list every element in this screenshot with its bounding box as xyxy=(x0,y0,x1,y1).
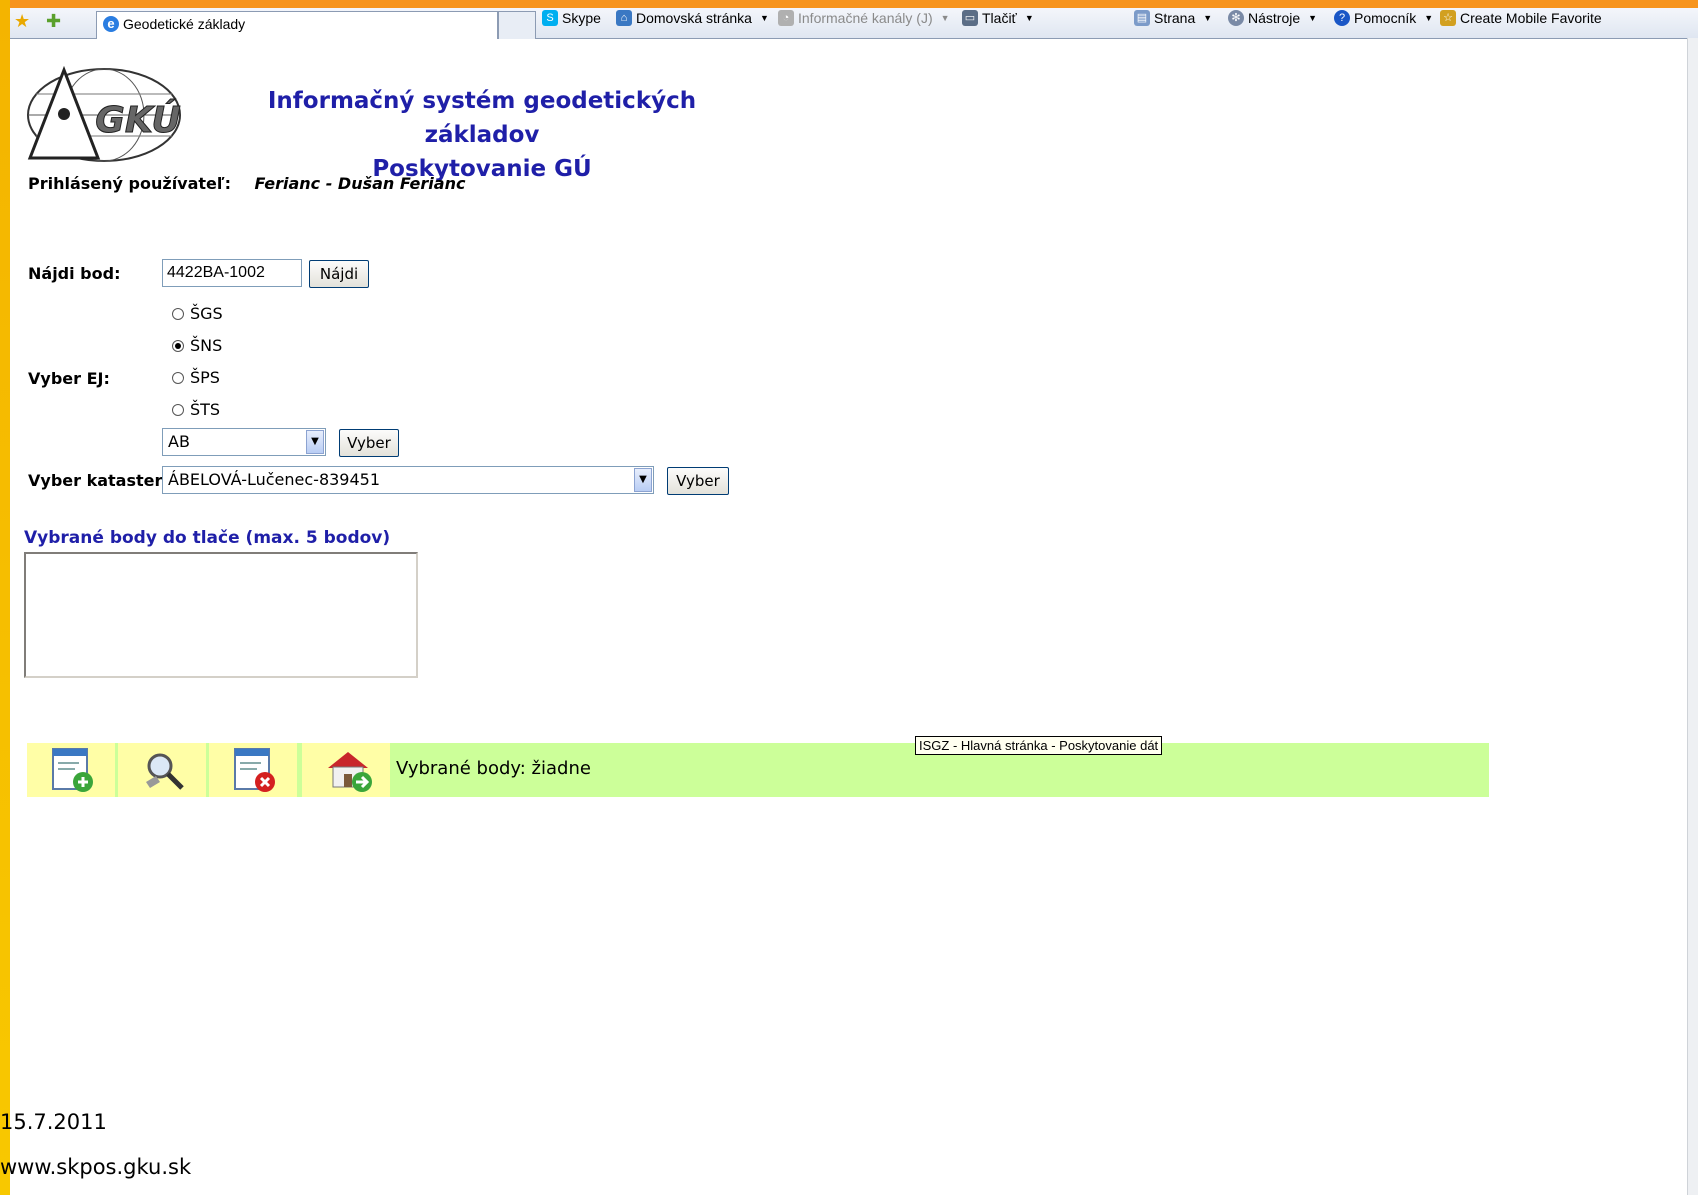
browser-toolbar: ★ ✚ e Geodetické základy S Skype ⌂ Domov… xyxy=(10,8,1698,39)
find-point-input[interactable] xyxy=(162,259,302,287)
cmd-label: Strana xyxy=(1154,10,1196,26)
browser-tab[interactable]: e Geodetické základy xyxy=(96,11,498,39)
select-cadastre-label: Vyber kataster: xyxy=(28,471,169,490)
footer-url: www.skpos.gku.sk xyxy=(0,1155,192,1179)
logged-user: Prihlásený používateľ: Ferianc - Dušan F… xyxy=(28,174,465,193)
logged-user-value: Ferianc - Dušan Ferianc xyxy=(254,174,466,193)
cmd-mobile-favorite[interactable]: ☆ Create Mobile Favorite xyxy=(1440,10,1602,26)
radio-sps[interactable]: ŠPS xyxy=(172,368,220,387)
radio-button[interactable] xyxy=(172,403,184,416)
slide-left-stripe xyxy=(0,0,10,1195)
radio-label: ŠTS xyxy=(190,400,221,419)
find-point-label: Nájdi bod: xyxy=(28,264,121,283)
cmd-print[interactable]: ▭ Tlačiť ▼ xyxy=(962,10,1034,26)
radio-label: ŠGS xyxy=(190,304,223,323)
selected-points-status: Vybrané body: žiadne xyxy=(396,758,591,779)
cmd-skype[interactable]: S Skype xyxy=(542,10,601,26)
cmd-tools[interactable]: ✻ Nástroje ▼ xyxy=(1228,10,1317,26)
cmd-label: Create Mobile Favorite xyxy=(1460,10,1602,26)
radio-label: ŠPS xyxy=(190,368,220,387)
logged-user-label: Prihlásený používateľ: xyxy=(28,174,231,193)
remove-point-button[interactable] xyxy=(209,743,297,797)
chevron-down-icon[interactable]: ▼ xyxy=(1308,13,1317,23)
cmd-label: Informačné kanály (J) xyxy=(798,10,933,26)
cadastre-select[interactable]: ÁBELOVÁ-Lučenec-839451 ▼ xyxy=(162,466,654,494)
cmd-label: Tlačiť xyxy=(982,10,1017,26)
radio-sns[interactable]: ŠNS xyxy=(172,336,222,355)
rss-icon: ◔ xyxy=(778,10,794,26)
chevron-down-icon[interactable]: ▼ xyxy=(1025,13,1034,23)
favorites-star-icon[interactable]: ★ xyxy=(14,11,30,32)
cmd-label: Nástroje xyxy=(1248,10,1301,26)
home-button[interactable] xyxy=(302,743,390,797)
add-favorite-icon[interactable]: ✚ xyxy=(46,11,61,32)
radio-label: ŠNS xyxy=(190,336,223,355)
skype-icon: S xyxy=(542,10,558,26)
radio-button[interactable] xyxy=(172,371,184,384)
ej-select-value: AB xyxy=(168,432,190,451)
radio-sgs[interactable]: ŠGS xyxy=(172,304,223,323)
selected-points-list[interactable] xyxy=(24,552,418,678)
magnifier-icon xyxy=(146,753,184,790)
cmd-home[interactable]: ⌂ Domovská stránka ▼ xyxy=(616,10,769,26)
help-icon: ? xyxy=(1334,10,1350,26)
remove-document-icon xyxy=(234,748,275,792)
ej-select[interactable]: AB ▼ xyxy=(162,428,326,456)
select-ej-label: Vyber EJ: xyxy=(28,369,110,388)
cadastre-select-value: ÁBELOVÁ-Lučenec-839451 xyxy=(168,470,381,489)
chevron-down-icon[interactable]: ▼ xyxy=(1203,13,1212,23)
radio-sts[interactable]: ŠTS xyxy=(172,400,220,419)
add-document-icon xyxy=(52,748,93,792)
chevron-down-icon[interactable]: ▼ xyxy=(1424,13,1433,23)
gear-icon: ✻ xyxy=(1228,10,1244,26)
ie-logo-icon: e xyxy=(103,16,119,32)
new-tab-button[interactable] xyxy=(498,11,536,39)
tooltip: ISGZ - Hlavná stránka - Poskytovanie dát xyxy=(915,736,1163,755)
home-icon xyxy=(328,752,372,792)
cmd-page[interactable]: ▤ Strana ▼ xyxy=(1134,10,1212,26)
gku-logo: GKÚ xyxy=(26,65,182,164)
select-cadastre-button[interactable]: Vyber xyxy=(667,467,729,495)
chevron-down-icon[interactable]: ▼ xyxy=(760,13,769,23)
chevron-down-icon[interactable]: ▼ xyxy=(941,13,950,23)
radio-button[interactable] xyxy=(172,339,184,352)
logo-text: GKÚ xyxy=(95,99,180,141)
search-point-button[interactable] xyxy=(118,743,206,797)
printer-icon: ▭ xyxy=(962,10,978,26)
page-title-line1: Informačný systém geodetických základov xyxy=(267,88,697,148)
cmd-label: Pomocník xyxy=(1354,10,1417,26)
add-point-button[interactable] xyxy=(27,743,115,797)
mobile-favorite-icon: ☆ xyxy=(1440,10,1456,26)
selected-points-title: Vybrané body do tlače (max. 5 bodov) xyxy=(24,528,391,548)
footer-date: 15.7.2011 xyxy=(0,1110,107,1134)
chevron-down-icon[interactable]: ▼ xyxy=(634,468,652,492)
select-ej-button[interactable]: Vyber xyxy=(339,429,399,457)
chevron-down-icon[interactable]: ▼ xyxy=(306,430,324,454)
cmd-feeds[interactable]: ◔ Informačné kanály (J) ▼ xyxy=(778,10,950,26)
browser-tab-title: Geodetické základy xyxy=(123,16,246,32)
radio-button[interactable] xyxy=(172,307,184,320)
page-icon: ▤ xyxy=(1134,10,1150,26)
find-button[interactable]: Nájdi xyxy=(309,260,369,288)
cmd-label: Domovská stránka xyxy=(636,10,752,26)
page-title: Informačný systém geodetických základov … xyxy=(222,84,742,186)
vertical-scrollbar[interactable] xyxy=(1687,38,1698,1195)
cmd-help[interactable]: ? Pomocník ▼ xyxy=(1334,10,1433,26)
cmd-label: Skype xyxy=(562,10,601,26)
home-icon: ⌂ xyxy=(616,10,632,26)
